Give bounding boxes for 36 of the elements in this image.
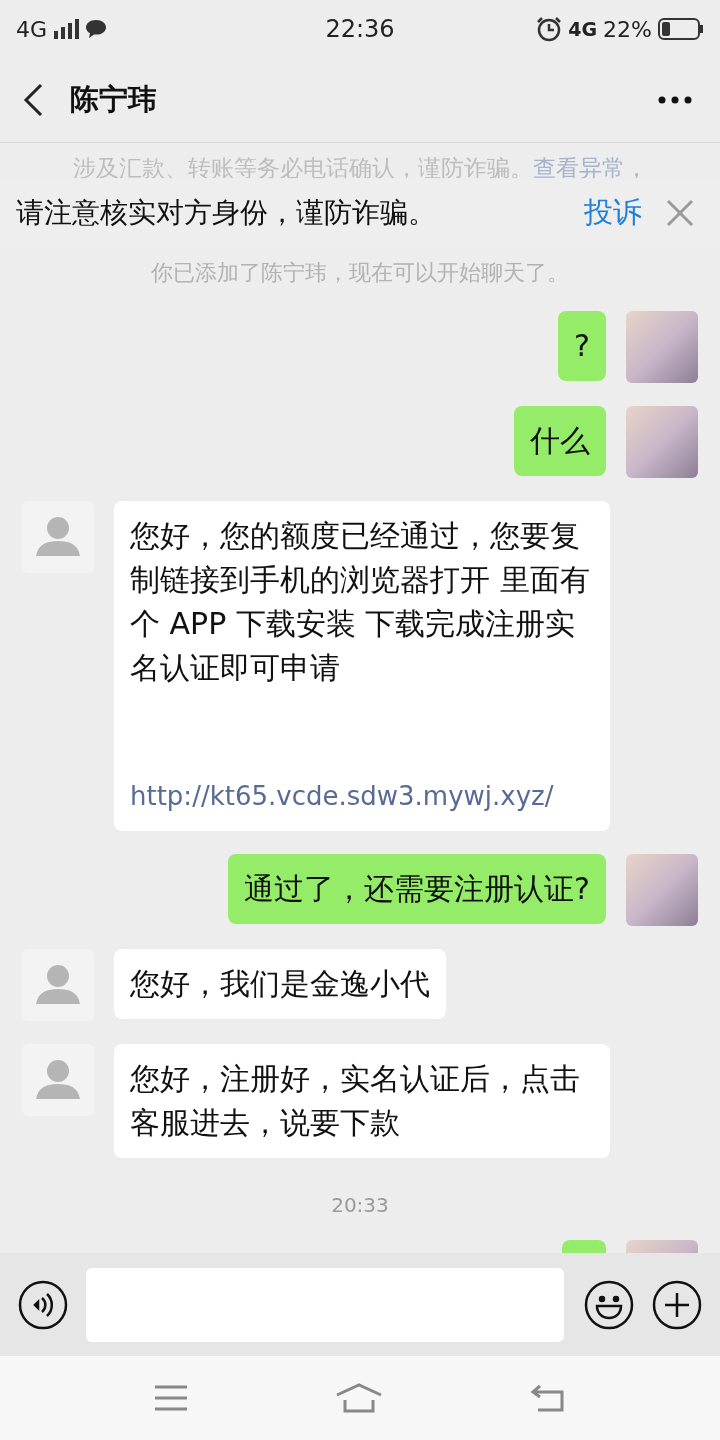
plus-icon[interactable] (652, 1279, 702, 1330)
battery-icon (658, 18, 704, 40)
signal-icon (53, 19, 80, 39)
alarm-clock-icon (536, 16, 563, 42)
status-time: 22:36 (325, 15, 395, 43)
default-avatar-icon (22, 1044, 94, 1116)
more-options-icon[interactable] (658, 96, 692, 104)
chat-bubble-icon (85, 19, 108, 39)
home-icon[interactable] (335, 1383, 383, 1413)
back-nav-icon[interactable] (530, 1384, 567, 1412)
menu-icon[interactable] (153, 1385, 188, 1411)
network-label: 4G (16, 16, 48, 42)
battery-percent: 22% (603, 16, 652, 42)
system-message: 你已添加了陈宁玮，现在可以开始聊天了。 (150, 259, 570, 287)
avatar-photo (626, 406, 698, 478)
message-bubble: 通过了，还需要注册认证? (228, 854, 606, 924)
message-bubble: 您好，我们是金逸小代 (114, 949, 446, 1019)
warning-text: 请注意核实对方身份，谨防诈骗。 (16, 195, 437, 231)
message-bubble: 您好，注册好，实名认证后，点击客服进去，说要下款 (114, 1044, 610, 1158)
avatar-photo (626, 854, 698, 926)
message-bubble: 什么 (514, 406, 606, 476)
message-input-field[interactable] (86, 1267, 564, 1342)
emoji-icon[interactable] (584, 1279, 634, 1330)
view-exception-link[interactable]: 查看异常， (532, 155, 648, 181)
message-link[interactable]: http://kt65.vcde.sdw3.mywj.xyz/ (130, 774, 594, 818)
message-timestamp: 20:33 (330, 1193, 390, 1217)
default-avatar-icon (22, 501, 94, 573)
network-label: 4G (568, 18, 598, 40)
default-avatar-icon (22, 949, 94, 1021)
complaint-button[interactable]: 投诉 (584, 193, 642, 233)
avatar-photo (626, 311, 698, 383)
back-icon[interactable] (22, 83, 44, 117)
message-bubble: ? (558, 311, 606, 381)
voice-icon[interactable] (18, 1279, 68, 1330)
message-bubble: 您好，您的额度已经通过，您要复制链接到手机的浏览器打开 里面有个 APP 下载安装 下载完成注册实名认证即可申请 http://kt65.vcde.sdw3.mywj.xyz/ (114, 501, 610, 831)
chat-title: 陈宁玮 (70, 81, 158, 118)
